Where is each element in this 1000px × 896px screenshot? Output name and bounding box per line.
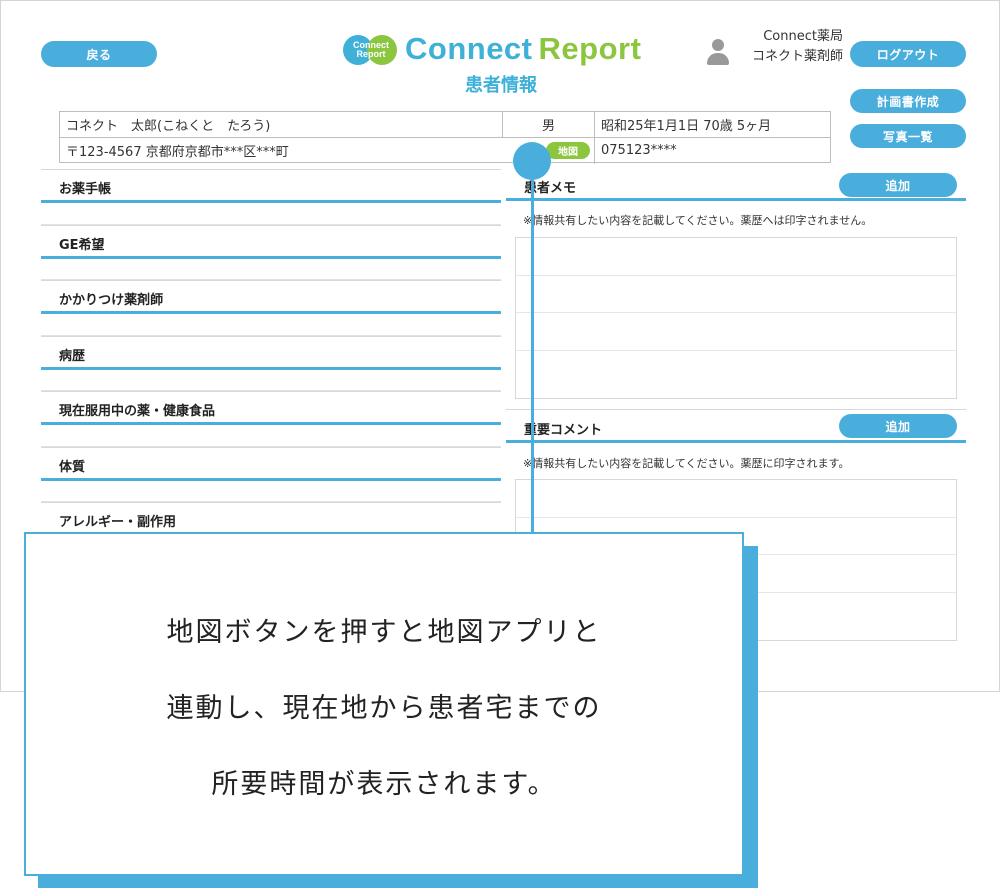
patient-phone: 075123**** bbox=[601, 143, 677, 158]
user-name: コネクト薬剤師 bbox=[751, 49, 843, 64]
important-title: 重要コメント bbox=[524, 423, 603, 438]
callout-connector-line bbox=[531, 160, 534, 534]
section-current-medications[interactable]: 現在服用中の薬・健康食品 bbox=[41, 391, 501, 447]
user-info: Connect薬局 コネクト薬剤師 bbox=[737, 27, 843, 67]
patient-sex: 男 bbox=[541, 119, 555, 134]
patient-address: 〒123-4567 京都府京都市***区***町 bbox=[66, 145, 289, 160]
patient-info-table: コネクト 太郎(こねくと たろう) 男 昭和25年1月1日 70歳 5ヶ月 〒1… bbox=[59, 111, 831, 164]
back-button[interactable]: 戻る bbox=[41, 41, 157, 67]
callout-line-3: 所要時間が表示されます。 bbox=[211, 769, 557, 800]
patient-sections: お薬手帳 GE希望 かかりつけ薬剤師 病歴 現在服用中の薬・健康食品 体質 アレ… bbox=[41, 169, 501, 531]
user-store: Connect薬局 bbox=[763, 29, 843, 44]
section-medication-notebook[interactable]: お薬手帳 bbox=[41, 169, 501, 225]
section-medical-history[interactable]: 病歴 bbox=[41, 335, 501, 391]
callout-line-2: 連動し、現在地から患者宅までの bbox=[166, 693, 602, 724]
memo-add-button[interactable]: 追加 bbox=[839, 173, 957, 197]
map-button[interactable]: 地図 bbox=[546, 142, 590, 159]
logout-button[interactable]: ログアウト bbox=[850, 41, 966, 67]
app-logo: Connect Report Connect Report bbox=[341, 29, 641, 69]
memo-note: ※情報共有したい内容を記載してください。薬歴へは印字されません。 bbox=[523, 214, 873, 227]
panel-divider bbox=[506, 409, 966, 410]
section-generic-preference[interactable]: GE希望 bbox=[41, 224, 501, 280]
section-constitution[interactable]: 体質 bbox=[41, 446, 501, 502]
patient-name: コネクト 太郎(こねくと たろう) bbox=[66, 119, 271, 134]
logo-wordmark: Connect Report bbox=[405, 31, 642, 66]
callout-pointer-dot bbox=[513, 142, 551, 180]
callout-line-1: 地図ボタンを押すと地図アプリと bbox=[166, 617, 602, 648]
create-plan-button[interactable]: 計画書作成 bbox=[850, 89, 966, 113]
logo-mark-icon: Connect Report bbox=[341, 31, 401, 67]
section-family-pharmacist[interactable]: かかりつけ薬剤師 bbox=[41, 280, 501, 336]
important-add-button[interactable]: 追加 bbox=[839, 414, 957, 438]
photo-list-button[interactable]: 写真一覧 bbox=[850, 124, 966, 148]
callout-box: 地図ボタンを押すと地図アプリと 連動し、現在地から患者宅までの 所要時間が表示さ… bbox=[24, 532, 744, 876]
section-allergy-side-effects[interactable]: アレルギー・副作用 bbox=[41, 502, 501, 531]
memo-list[interactable] bbox=[515, 237, 957, 399]
page-title: 患者情報 bbox=[465, 75, 537, 96]
patient-birth-age: 昭和25年1月1日 70歳 5ヶ月 bbox=[601, 119, 772, 134]
important-note: ※情報共有したい内容を記載してください。薬歴に印字されます。 bbox=[523, 457, 850, 470]
user-icon bbox=[706, 39, 730, 67]
